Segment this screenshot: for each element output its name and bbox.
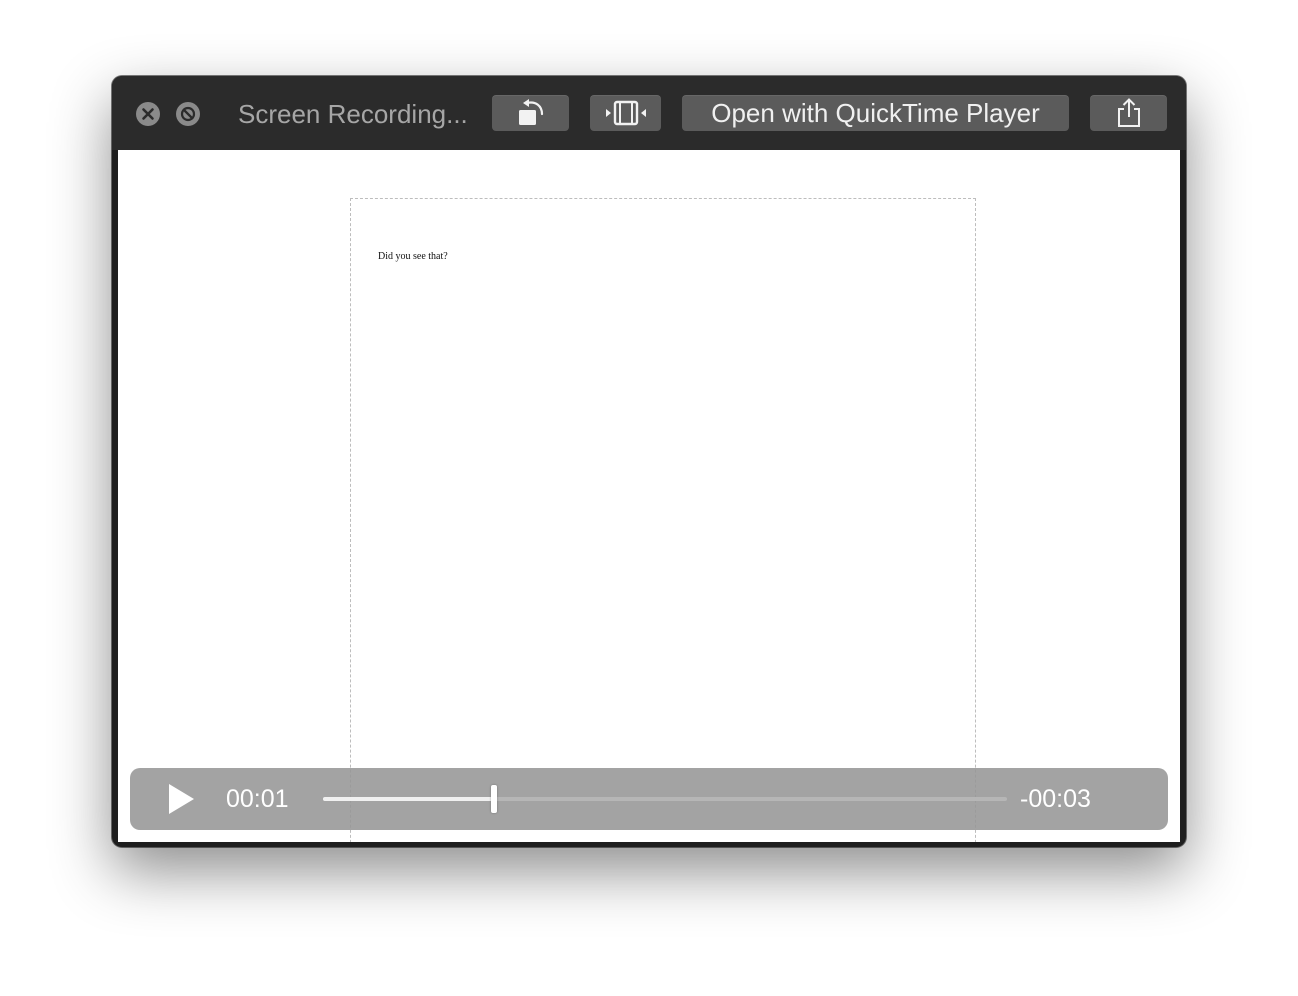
- quick-look-window: Screen Recording... Open with QuickTime …: [112, 76, 1186, 847]
- page-text: Did you see that?: [378, 251, 448, 262]
- scrubber-track[interactable]: [323, 785, 1007, 813]
- trim-button[interactable]: [590, 95, 661, 131]
- elapsed-time: 00:01: [226, 785, 289, 813]
- window-title: Screen Recording...: [238, 99, 468, 129]
- rotate-button[interactable]: [492, 95, 569, 131]
- scrubber-progress: [323, 797, 494, 801]
- playback-controls: 00:01 -00:03: [130, 768, 1168, 830]
- video-preview: Did you see that? 00:01 -00:03: [118, 150, 1180, 842]
- close-icon: [142, 108, 154, 120]
- trim-icon: [605, 100, 646, 126]
- open-with-quicktime-button[interactable]: Open with QuickTime Player: [682, 95, 1069, 131]
- remaining-time: -00:03: [1020, 785, 1091, 813]
- minimize-button[interactable]: [176, 102, 200, 126]
- share-button[interactable]: [1090, 95, 1167, 131]
- play-icon: [169, 784, 194, 814]
- scrubber-handle[interactable]: [491, 785, 497, 813]
- rotate-icon: [518, 99, 543, 125]
- share-icon: [1117, 98, 1140, 127]
- close-button[interactable]: [136, 102, 160, 126]
- recorded-page: Did you see that?: [350, 198, 976, 842]
- title-bar: Screen Recording... Open with QuickTime …: [112, 76, 1186, 150]
- minimize-icon: [180, 106, 196, 122]
- play-button[interactable]: [166, 783, 196, 815]
